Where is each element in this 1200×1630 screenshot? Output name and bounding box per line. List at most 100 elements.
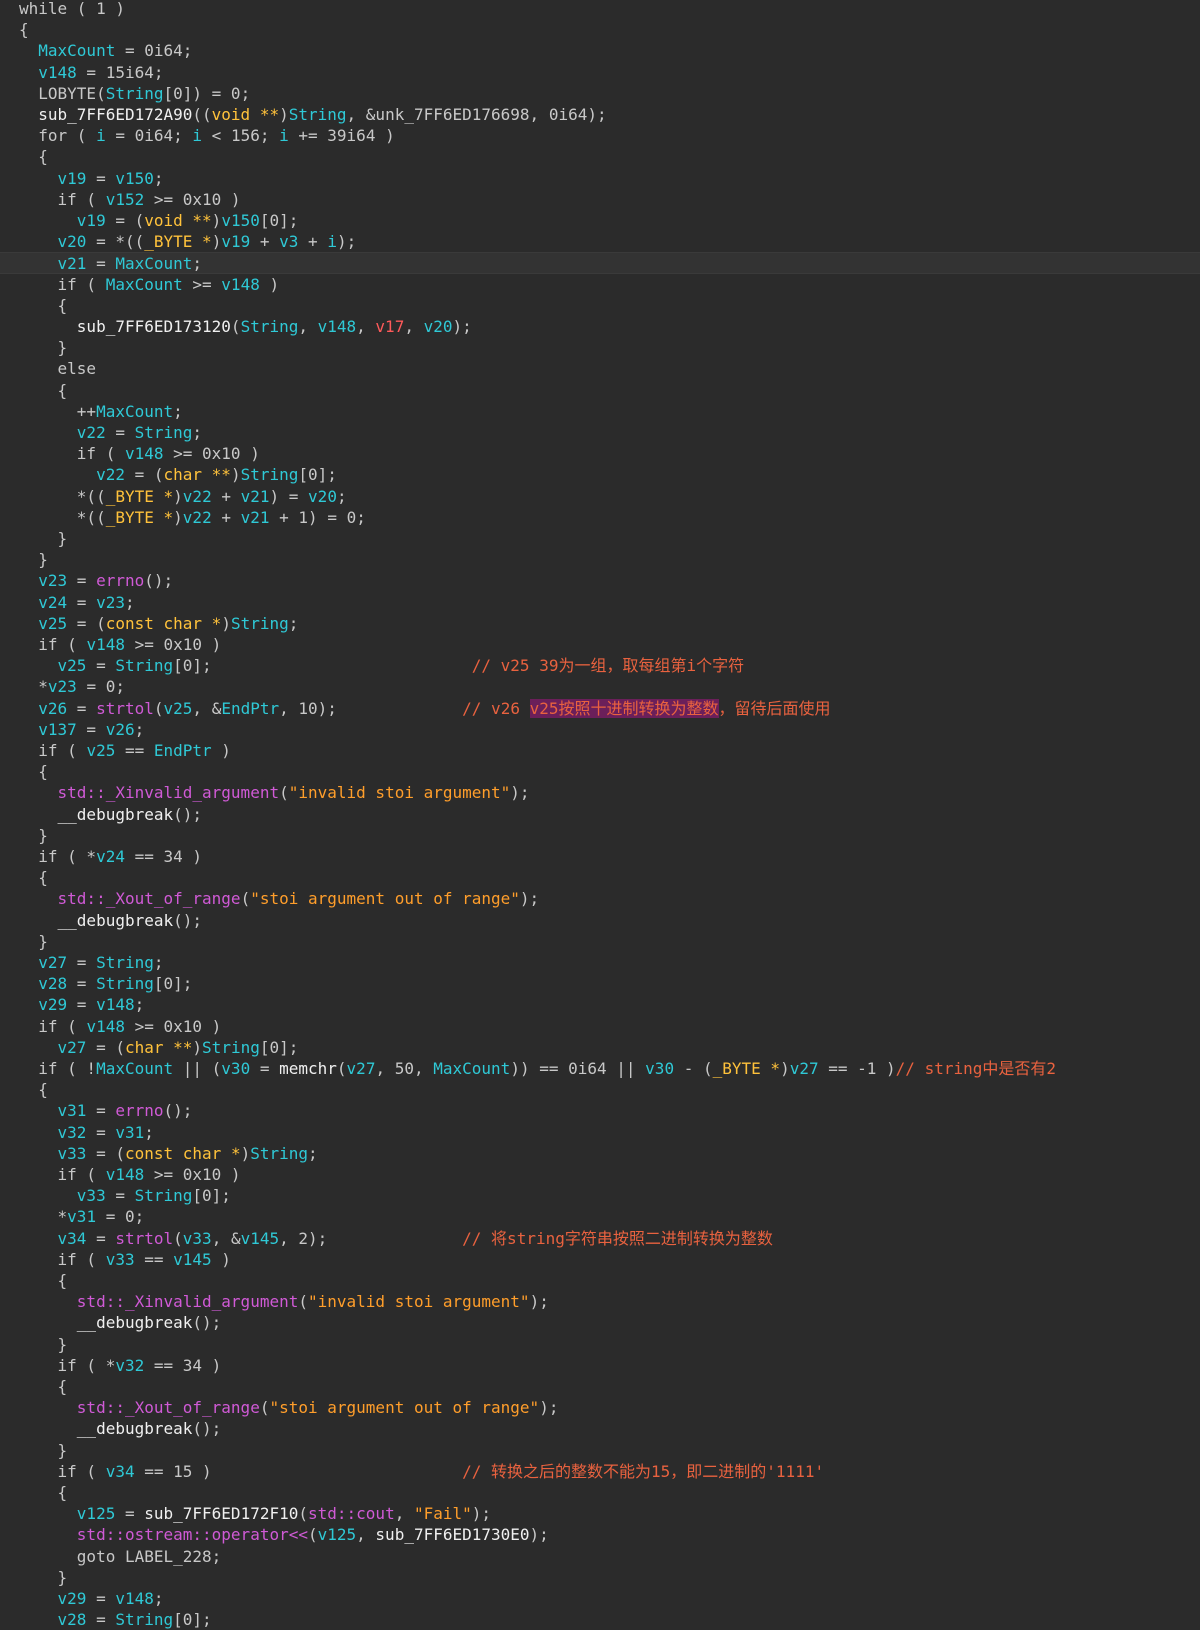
code-line[interactable]: v24 = v23;: [0, 592, 1200, 613]
variable-token: v21: [240, 507, 270, 527]
code-line[interactable]: *((_BYTE *)v22 + v21 + 1) = 0;: [0, 507, 1200, 528]
code-line[interactable]: {: [0, 380, 1200, 401]
code-line[interactable]: v31 = errno();: [0, 1100, 1200, 1121]
variable-token: v24: [96, 847, 125, 866]
code-line[interactable]: if ( v33 == v145 ): [0, 1249, 1200, 1270]
code-text: if (: [19, 741, 87, 760]
code-line[interactable]: {: [0, 1482, 1200, 1503]
code-line[interactable]: v28 = String[0];: [0, 1609, 1200, 1630]
code-line[interactable]: }: [0, 1567, 1200, 1588]
code-line[interactable]: v125 = sub_7FF6ED172F10(std::cout, "Fail…: [0, 1503, 1200, 1524]
code-line[interactable]: v27 = (char **)String[0];: [0, 1037, 1200, 1058]
variable-token: String: [250, 1143, 309, 1163]
code-line[interactable]: v25 = (const char *)String;: [0, 613, 1200, 634]
library-token: std::_Xout_of_range: [76, 1398, 260, 1418]
variable-token: v22: [182, 486, 212, 506]
code-text: ((: [192, 105, 212, 124]
code-line[interactable]: if ( v148 >= 0x10 ): [0, 634, 1200, 655]
code-line[interactable]: if ( v148 >= 0x10 ): [0, 1164, 1200, 1185]
code-line[interactable]: std::_Xout_of_range("stoi argument out o…: [0, 1397, 1200, 1418]
code-line[interactable]: v28 = String[0];: [0, 973, 1200, 994]
code-line[interactable]: v22 = (char **)String[0];: [0, 464, 1200, 485]
code-line[interactable]: v32 = v31;: [0, 1122, 1200, 1143]
code-line[interactable]: v22 = String;: [0, 422, 1200, 443]
code-line[interactable]: while ( 1 ): [0, 0, 1200, 19]
code-line[interactable]: v33 = (const char *)String;: [0, 1143, 1200, 1164]
code-line[interactable]: {: [0, 295, 1200, 316]
code-line[interactable]: }: [0, 337, 1200, 358]
variable-token: EndPtr: [221, 698, 280, 718]
code-line[interactable]: if ( v34 == 15 ) // 转换之后的整数不能为15，即二进制的'1…: [0, 1461, 1200, 1482]
code-line[interactable]: }: [0, 825, 1200, 846]
code-text: ,: [404, 317, 424, 336]
code-line[interactable]: v25 = String[0]; // v25 39为一组，取每组第i个字符: [0, 655, 1200, 676]
variable-token: v148: [86, 1016, 125, 1036]
type-token: **: [259, 105, 280, 124]
code-line[interactable]: {: [0, 146, 1200, 167]
code-line[interactable]: MaxCount = 0i64;: [0, 40, 1200, 61]
code-line[interactable]: if ( v152 >= 0x10 ): [0, 189, 1200, 210]
code-line[interactable]: v26 = strtol(v25, &EndPtr, 10); // v26 v…: [0, 698, 1200, 719]
code-line[interactable]: std::_Xout_of_range("stoi argument out o…: [0, 888, 1200, 909]
code-line[interactable]: std::_Xinvalid_argument("invalid stoi ar…: [0, 1291, 1200, 1312]
code-line[interactable]: v19 = v150;: [0, 168, 1200, 189]
code-text: (: [173, 1228, 183, 1248]
library-token: std::cout: [308, 1504, 395, 1524]
code-line[interactable]: __debugbreak();: [0, 804, 1200, 825]
code-line[interactable]: }: [0, 528, 1200, 549]
code-line[interactable]: goto LABEL_228;: [0, 1546, 1200, 1567]
code-line[interactable]: std::_Xinvalid_argument("invalid stoi ar…: [0, 782, 1200, 803]
code-line[interactable]: }: [0, 931, 1200, 952]
code-line[interactable]: __debugbreak();: [0, 1312, 1200, 1333]
code-line[interactable]: if ( v148 >= 0x10 ): [0, 1016, 1200, 1037]
code-line[interactable]: {: [0, 1376, 1200, 1397]
code-line[interactable]: v29 = v148;: [0, 1588, 1200, 1609]
code-line[interactable]: std::ostream::operator<<(v125, sub_7FF6E…: [0, 1524, 1200, 1545]
code-line[interactable]: for ( i = 0i64; i < 156; i += 39i64 ): [0, 125, 1200, 146]
code-line[interactable]: *((_BYTE *)v22 + v21) = v20;: [0, 486, 1200, 507]
code-line[interactable]: {: [0, 1270, 1200, 1291]
code-line[interactable]: v33 = String[0];: [0, 1185, 1200, 1206]
code-line[interactable]: {: [0, 761, 1200, 782]
code-line[interactable]: v20 = *((_BYTE *)v19 + v3 + i);: [0, 231, 1200, 252]
code-line[interactable]: if ( *v24 == 34 ): [0, 846, 1200, 867]
code-line[interactable]: else: [0, 358, 1200, 379]
code-line[interactable]: {: [0, 867, 1200, 888]
code-line[interactable]: if ( !MaxCount || (v30 = memchr(v27, 50,…: [0, 1058, 1200, 1079]
code-line[interactable]: v27 = String;: [0, 952, 1200, 973]
decompiler-code-view[interactable]: while ( 1 ) { MaxCount = 0i64; v148 = 15i…: [0, 0, 1200, 1629]
code-line[interactable]: v23 = errno();: [0, 570, 1200, 591]
code-line[interactable]: {: [0, 1079, 1200, 1100]
code-line[interactable]: v21 = MaxCount;: [0, 252, 1200, 274]
code-line[interactable]: if ( *v32 == 34 ): [0, 1355, 1200, 1376]
code-line[interactable]: }: [0, 1334, 1200, 1355]
code-line[interactable]: *v31 = 0;: [0, 1206, 1200, 1227]
variable-token: v20: [308, 486, 337, 506]
code-line[interactable]: __debugbreak();: [0, 910, 1200, 931]
code-line[interactable]: v29 = v148;: [0, 994, 1200, 1015]
code-line[interactable]: {: [0, 19, 1200, 40]
code-line[interactable]: if ( v148 >= 0x10 ): [0, 443, 1200, 464]
code-line[interactable]: }: [0, 549, 1200, 570]
code-line[interactable]: *v23 = 0;: [0, 676, 1200, 697]
code-text: ;: [192, 254, 203, 274]
code-line[interactable]: LOBYTE(String[0]) = 0;: [0, 83, 1200, 104]
code-line[interactable]: v34 = strtol(v33, &v145, 2); // 将string字…: [0, 1228, 1200, 1249]
code-line[interactable]: }: [0, 1440, 1200, 1461]
variable-token: i: [96, 126, 106, 146]
code-line[interactable]: ++MaxCount;: [0, 401, 1200, 422]
code-line[interactable]: v19 = (void **)v150[0];: [0, 210, 1200, 231]
code-line[interactable]: v148 = 15i64;: [0, 62, 1200, 83]
variable-token: v26: [38, 698, 68, 718]
code-line[interactable]: sub_7FF6ED173120(String, v148, v17, v20)…: [0, 316, 1200, 337]
code-line[interactable]: __debugbreak();: [0, 1418, 1200, 1439]
variable-token: v145: [173, 1249, 212, 1269]
code-line[interactable]: v137 = v26;: [0, 719, 1200, 740]
code-line[interactable]: if ( v25 == EndPtr ): [0, 740, 1200, 761]
function-token: __debugbreak: [57, 910, 174, 930]
code-line[interactable]: sub_7FF6ED172A90((void **)String, &unk_7…: [0, 104, 1200, 125]
code-line[interactable]: if ( MaxCount >= v148 ): [0, 274, 1200, 295]
